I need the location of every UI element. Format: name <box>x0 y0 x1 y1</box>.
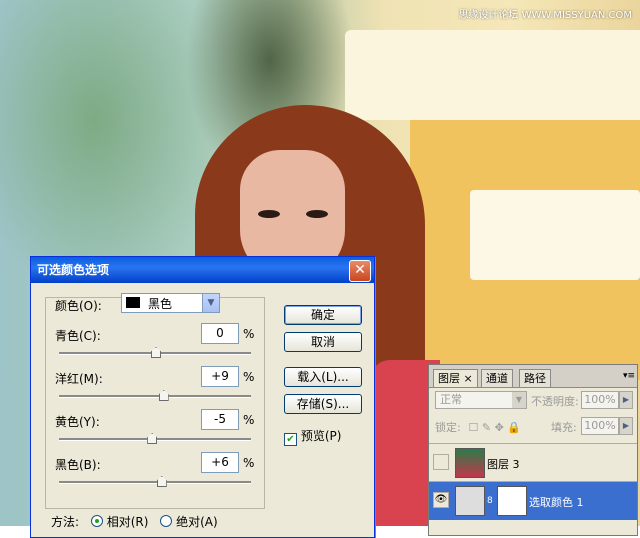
magenta-label: 洋红(M): <box>55 372 103 386</box>
watermark-text: 思缘设计论坛 WWW.MISSYUAN.COM <box>458 10 632 21</box>
tab-channels-label: 通道 <box>486 372 508 385</box>
black-percent-sign: % <box>243 456 255 470</box>
lock-icons[interactable]: ☐ ✎ ✥ 🔒 <box>469 421 521 434</box>
colors-dropdown-value: 黑色 <box>148 297 173 311</box>
yellow-slider-track[interactable] <box>59 433 251 444</box>
absolute-label: 绝对(A) <box>176 515 218 529</box>
yellow-percent-sign: % <box>243 413 255 427</box>
load-button[interactable]: 载入(L)... <box>284 367 362 387</box>
magenta-input[interactable]: +9 <box>201 366 239 387</box>
save-button[interactable]: 存储(S)... <box>284 394 362 414</box>
lock-row: 锁定: ☐ ✎ ✥ 🔒 填充: 100% ▶ <box>435 417 633 437</box>
color-swatch <box>126 297 140 308</box>
dialog-title: 可选颜色选项 <box>37 263 110 277</box>
colors-dropdown[interactable]: 黑色 ▼ <box>121 293 220 313</box>
fill-label: 填充: <box>551 421 577 434</box>
layer-row-selected[interactable]: 👁 8 选取颜色 1 <box>429 481 637 520</box>
yellow-input[interactable]: -5 <box>201 409 239 430</box>
method-row: 方法: 相对(R) 绝对(A) <box>51 513 218 530</box>
tab-layers-label: 图层 <box>438 372 460 385</box>
relative-label: 相对(R) <box>106 515 149 529</box>
lock-label: 锁定: <box>435 421 461 434</box>
close-icon: ✕ <box>354 262 366 278</box>
relative-radio[interactable] <box>90 515 103 527</box>
magenta-percent-sign: % <box>243 370 255 384</box>
cyan-label: 青色(C): <box>55 329 101 343</box>
building-ledge <box>470 190 640 280</box>
chevron-down-icon: ▼ <box>202 294 219 312</box>
tab-layers[interactable]: 图层 × <box>433 369 478 387</box>
yellow-label: 黄色(Y): <box>55 415 100 429</box>
cyan-slider-track[interactable] <box>59 347 251 358</box>
chevron-down-icon: ▼ <box>512 392 526 408</box>
opacity-label: 不透明度: <box>531 395 579 408</box>
checkmark-icon: ✔ <box>284 433 297 446</box>
absolute-radio[interactable] <box>160 515 173 527</box>
layer-thumbnail <box>455 448 485 478</box>
method-label: 方法: <box>51 515 80 529</box>
opacity-input[interactable]: 100% <box>581 391 619 409</box>
building-pillar <box>345 30 640 120</box>
tab-paths[interactable]: 路径 <box>519 369 551 387</box>
blend-row: 正常 ▼ 不透明度: 100% ▶ <box>435 391 633 409</box>
fill-arrow-icon[interactable]: ▶ <box>619 417 633 435</box>
layer-name: 选取颜色 1 <box>529 496 584 509</box>
cancel-button[interactable]: 取消 <box>284 332 362 352</box>
selective-color-dialog: 可选颜色选项 ✕ 颜色(O): 黑色 ▼ 青色(C): 0 % 洋红(M): +… <box>30 256 375 538</box>
ok-button[interactable]: 确定 <box>284 305 362 325</box>
magenta-slider-track[interactable] <box>59 390 251 401</box>
eye-icon[interactable]: 👁 <box>433 492 449 508</box>
tab-paths-label: 路径 <box>524 372 546 385</box>
link-icon: 8 <box>487 496 493 506</box>
layer-row[interactable]: 图层 3 <box>429 443 637 482</box>
blend-mode-value: 正常 <box>440 393 462 406</box>
panel-tabs: 图层 × 通道 路径 ▾≡ <box>429 365 637 388</box>
dialog-titlebar[interactable]: 可选颜色选项 ✕ <box>31 257 374 283</box>
tab-channels[interactable]: 通道 <box>481 369 513 387</box>
blend-mode-dropdown[interactable]: 正常 ▼ <box>435 391 527 409</box>
fill-input[interactable]: 100% <box>581 417 619 435</box>
eye-left <box>258 210 280 218</box>
layers-panel: 图层 × 通道 路径 ▾≡ 正常 ▼ 不透明度: 100% ▶ 锁定: ☐ ✎ … <box>428 364 638 536</box>
cyan-percent-sign: % <box>243 327 255 341</box>
cyan-input[interactable]: 0 <box>201 323 239 344</box>
preview-label: 预览(P) <box>300 429 342 443</box>
black-slider-track[interactable] <box>59 476 251 487</box>
opacity-arrow-icon[interactable]: ▶ <box>619 391 633 409</box>
preview-checkbox[interactable]: ✔ 预览(P) <box>284 427 341 446</box>
layer-name: 图层 3 <box>487 458 520 471</box>
colors-label: 颜色(O): <box>55 299 102 313</box>
adjustment-icon <box>455 486 485 516</box>
black-input[interactable]: +6 <box>201 452 239 473</box>
black-label: 黑色(B): <box>55 458 101 472</box>
layer-mask-thumbnail <box>497 486 527 516</box>
panel-menu-icon[interactable]: ▾≡ <box>623 371 635 381</box>
tab-close-icon[interactable]: × <box>464 372 473 385</box>
close-button[interactable]: ✕ <box>349 260 371 282</box>
visibility-toggle[interactable] <box>433 454 449 470</box>
eye-right <box>306 210 328 218</box>
